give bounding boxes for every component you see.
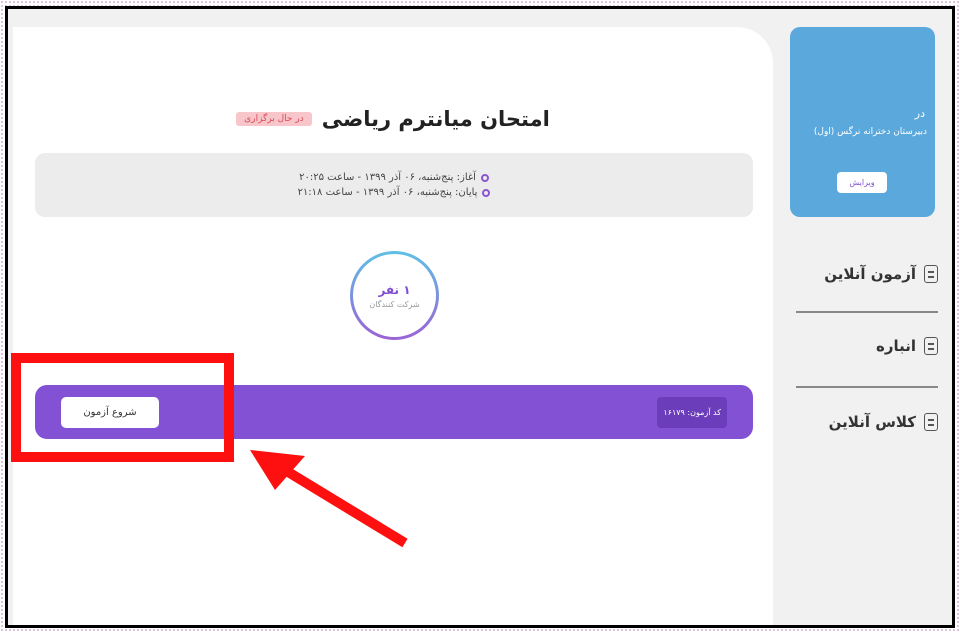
exam-code-badge: کد آزمون: ۱۶۱۷۹: [657, 397, 727, 428]
app-window: در حال برگزاری امتحان میانترم ریاضی آغاز…: [5, 6, 955, 628]
sidebar-item-online-exam[interactable]: آزمون آنلاین: [788, 259, 938, 289]
participant-count: ۱ نفر: [378, 282, 411, 297]
sidebar-item-storage[interactable]: انباره: [788, 331, 938, 361]
presentation-icon: [924, 413, 938, 431]
sidebar-item-label: کلاس آنلاین: [828, 413, 916, 431]
divider: [796, 311, 938, 313]
end-time-line: پایان: پنج‌شنبه، ۰۶ آذر ۱۳۹۹ - ساعت ۲۱:۱…: [298, 187, 491, 198]
start-time: آغاز: پنج‌شنبه، ۰۶ آذر ۱۳۹۹ - ساعت ۲۰:۲۵: [299, 172, 476, 183]
start-time-line: آغاز: پنج‌شنبه، ۰۶ آذر ۱۳۹۹ - ساعت ۲۰:۲۵: [299, 172, 489, 183]
title-row: در حال برگزاری امتحان میانترم ریاضی: [13, 107, 773, 131]
edit-button[interactable]: ویرایش: [837, 172, 887, 193]
school-name: دبیرستان دخترانه نرگس (اول): [813, 127, 927, 137]
bullet-icon: [482, 188, 491, 197]
status-badge: در حال برگزاری: [236, 112, 312, 126]
participant-label: شرکت کنندگان: [369, 299, 420, 309]
exam-time-box: آغاز: پنج‌شنبه، ۰۶ آذر ۱۳۹۹ - ساعت ۲۰:۲۵…: [35, 153, 753, 217]
sidebar: در دبیرستان دخترانه نرگس (اول) ویرایش آز…: [778, 9, 952, 625]
school-card: در دبیرستان دخترانه نرگس (اول) ویرایش: [790, 27, 935, 217]
divider: [796, 386, 938, 388]
highlight-arrow-icon: [250, 450, 408, 548]
storage-icon: [924, 337, 938, 355]
sidebar-item-label: انباره: [875, 337, 916, 355]
page-title: امتحان میانترم ریاضی: [321, 107, 550, 131]
participants-circle: ۱ نفر شرکت کنندگان: [350, 251, 439, 340]
highlight-box: [11, 353, 234, 462]
card-prefix: در: [914, 107, 925, 120]
sidebar-item-label: آزمون آنلاین: [824, 265, 916, 283]
sidebar-item-online-class[interactable]: کلاس آنلاین: [788, 407, 938, 437]
bullet-icon: [480, 173, 489, 182]
end-time: پایان: پنج‌شنبه، ۰۶ آذر ۱۳۹۹ - ساعت ۲۱:۱…: [297, 187, 478, 198]
checklist-icon: [924, 265, 938, 283]
